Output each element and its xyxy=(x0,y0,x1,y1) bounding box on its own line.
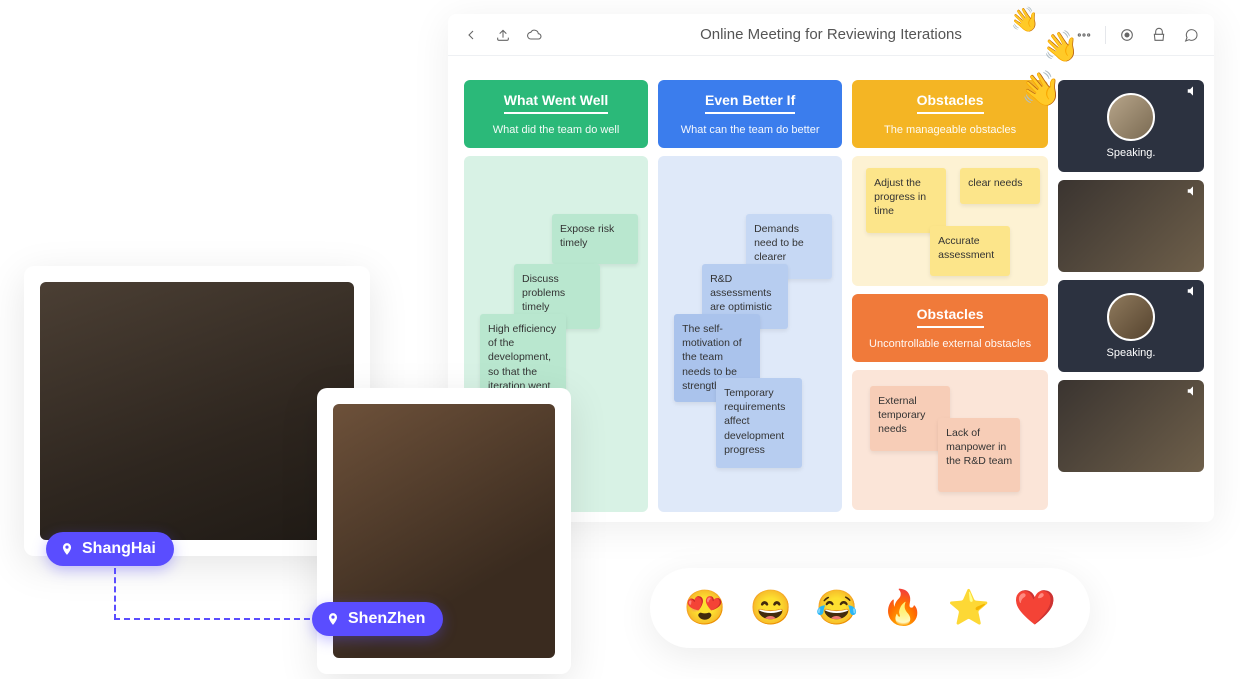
column-subtitle: Uncontrollable external obstacles xyxy=(862,338,1038,350)
location-label: ShenZhen xyxy=(348,610,425,628)
sticky-note[interactable]: Lack of manpower in the R&D team xyxy=(938,418,1020,492)
sticky-note[interactable]: Temporary requirements affect developmen… xyxy=(716,378,802,468)
reaction-heart-eyes[interactable]: 😍 xyxy=(684,591,726,625)
titlebar: Online Meeting for Reviewing Iterations xyxy=(448,14,1214,56)
location-label: ShangHai xyxy=(82,540,156,558)
speaking-label: Speaking. xyxy=(1107,147,1156,159)
column-title: What Went Well xyxy=(504,92,608,120)
video-participants-pane: Speaking. Speaking. xyxy=(1058,80,1204,512)
sticky-note[interactable]: Accurate assessment xyxy=(930,226,1010,276)
audio-icon xyxy=(1186,184,1200,198)
reaction-star[interactable]: ⭐ xyxy=(948,591,990,625)
column-subtitle: What did the team do well xyxy=(474,124,638,136)
pin-icon xyxy=(60,542,74,556)
reaction-fire[interactable]: 🔥 xyxy=(882,591,924,625)
column-body[interactable]: Adjust the progress in time clear needs … xyxy=(852,156,1048,286)
column-header: Obstacles The manageable obstacles xyxy=(852,80,1048,148)
wave-emoji-icon: 👋 xyxy=(1040,28,1082,68)
video-tile[interactable] xyxy=(1058,180,1204,272)
column-header: Even Better If What can the team do bett… xyxy=(658,80,842,148)
column-title: Obstacles xyxy=(917,92,984,120)
column-title: Even Better If xyxy=(705,92,795,120)
location-connector xyxy=(114,568,310,620)
column-header: Obstacles Uncontrollable external obstac… xyxy=(852,294,1048,362)
speaking-label: Speaking. xyxy=(1107,347,1156,359)
cloud-sync-icon[interactable] xyxy=(524,24,546,46)
wave-emoji-icon: 👋 xyxy=(1017,67,1064,113)
column-subtitle: What can the team do better xyxy=(668,124,832,136)
avatar xyxy=(1107,293,1155,341)
audio-icon xyxy=(1186,384,1200,398)
video-tile[interactable]: Speaking. xyxy=(1058,80,1204,172)
team-photo xyxy=(40,282,354,540)
avatar xyxy=(1107,93,1155,141)
reaction-joy[interactable]: 😂 xyxy=(816,591,858,625)
sticky-note[interactable]: Adjust the progress in time xyxy=(866,168,946,233)
reaction-bar: 😍 😄 😂 🔥 ⭐ ❤️ xyxy=(650,568,1090,648)
sticky-note[interactable]: clear needs xyxy=(960,168,1040,204)
column-even-better: Even Better If What can the team do bett… xyxy=(658,80,842,512)
pin-icon xyxy=(326,612,340,626)
column-body[interactable]: Demands need to be clearer R&D assessmen… xyxy=(658,156,842,512)
column-body[interactable]: External temporary needs Lack of manpowe… xyxy=(852,370,1048,510)
audio-icon xyxy=(1186,284,1200,298)
column-title: Obstacles xyxy=(917,306,984,334)
wave-emoji-icon: 👋 xyxy=(1008,4,1042,37)
audio-icon xyxy=(1186,84,1200,98)
sticky-note[interactable]: Expose risk timely xyxy=(552,214,638,264)
chat-icon[interactable] xyxy=(1180,24,1202,46)
back-icon[interactable] xyxy=(460,24,482,46)
reactions-icon[interactable] xyxy=(1148,24,1170,46)
video-tile[interactable]: Speaking. xyxy=(1058,280,1204,372)
video-tile[interactable] xyxy=(1058,380,1204,472)
share-icon[interactable] xyxy=(492,24,514,46)
reaction-grin[interactable]: 😄 xyxy=(750,591,792,625)
column-obstacles: Obstacles The manageable obstacles Adjus… xyxy=(852,80,1048,512)
record-icon[interactable] xyxy=(1116,24,1138,46)
column-subtitle: The manageable obstacles xyxy=(862,124,1038,136)
location-pill-shanghai[interactable]: ShangHai xyxy=(46,532,174,566)
column-header: What Went Well What did the team do well xyxy=(464,80,648,148)
location-pill-shenzhen[interactable]: ShenZhen xyxy=(312,602,443,636)
reaction-heart[interactable]: ❤️ xyxy=(1014,591,1056,625)
